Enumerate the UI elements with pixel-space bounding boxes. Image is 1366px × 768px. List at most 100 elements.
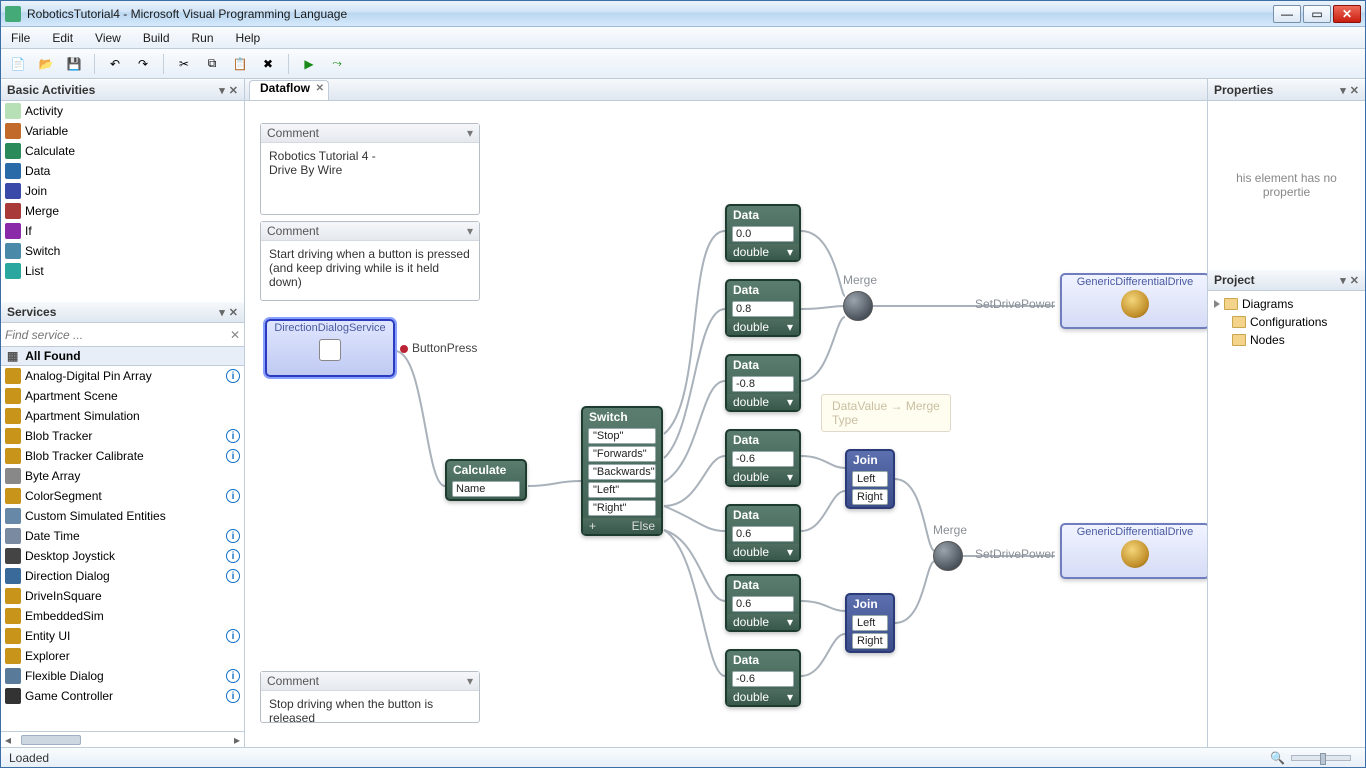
cut-button[interactable]: ✂	[173, 53, 195, 75]
menu-edit[interactable]: Edit	[46, 29, 79, 47]
chevron-down-icon[interactable]: ▾	[787, 320, 793, 334]
service-item[interactable]: EmbeddedSim	[1, 606, 244, 626]
tab-dataflow[interactable]: Dataflow✕	[249, 80, 329, 100]
run-button[interactable]: ▶	[298, 53, 320, 75]
node-merge[interactable]	[843, 291, 873, 321]
paste-button[interactable]: 📋	[229, 53, 251, 75]
activity-item[interactable]: List	[1, 261, 244, 281]
data-value[interactable]	[732, 226, 794, 242]
node-data[interactable]: Data double▾	[725, 504, 801, 562]
panel-project-header[interactable]: Project ▾✕	[1208, 269, 1365, 291]
service-item[interactable]: Flexible Dialogi	[1, 666, 244, 686]
service-item[interactable]: Entity UIi	[1, 626, 244, 646]
panel-close-icon[interactable]: ✕	[1350, 84, 1359, 97]
node-data[interactable]: Data double▾	[725, 649, 801, 707]
switch-case[interactable]: "Left"	[588, 482, 656, 498]
node-data[interactable]: Data double▾	[725, 574, 801, 632]
info-icon[interactable]: i	[226, 429, 240, 443]
panel-properties-header[interactable]: Properties ▾✕	[1208, 79, 1365, 101]
service-item[interactable]: DriveInSquare	[1, 586, 244, 606]
menu-file[interactable]: File	[5, 29, 36, 47]
join-slot[interactable]: Right	[852, 633, 888, 649]
services-list[interactable]: Analog-Digital Pin Arrayi Apartment Scen…	[1, 366, 244, 731]
switch-case[interactable]: "Right"	[588, 500, 656, 516]
activity-item[interactable]: Merge	[1, 201, 244, 221]
service-item[interactable]: Analog-Digital Pin Arrayi	[1, 366, 244, 386]
service-item[interactable]: Apartment Scene	[1, 386, 244, 406]
info-icon[interactable]: i	[226, 489, 240, 503]
switch-case[interactable]: "Backwards"	[588, 464, 656, 480]
plus-icon[interactable]: +	[589, 519, 596, 533]
pin-icon[interactable]: ▾	[1340, 274, 1346, 287]
undo-button[interactable]: ↶	[104, 53, 126, 75]
menu-help[interactable]: Help	[230, 29, 267, 47]
join-slot[interactable]: Left	[852, 471, 888, 487]
titlebar[interactable]: RoboticsTutorial4 - Microsoft Visual Pro…	[1, 1, 1365, 27]
open-button[interactable]: 📂	[35, 53, 57, 75]
data-value[interactable]	[732, 301, 794, 317]
service-item[interactable]: Apartment Simulation	[1, 406, 244, 426]
clear-search-icon[interactable]: ✕	[230, 328, 240, 342]
data-value[interactable]	[732, 526, 794, 542]
copy-button[interactable]: ⧉	[201, 53, 223, 75]
canvas-scroll[interactable]: Comment▾ Robotics Tutorial 4 - Drive By …	[245, 101, 1207, 747]
service-item[interactable]: Explorer	[1, 646, 244, 666]
minimize-button[interactable]: —	[1273, 5, 1301, 23]
panel-close-icon[interactable]: ✕	[1350, 274, 1359, 287]
join-slot[interactable]: Right	[852, 489, 888, 505]
service-item[interactable]: Byte Array	[1, 466, 244, 486]
node-switch[interactable]: Switch "Stop" "Forwards" "Backwards" "Le…	[581, 406, 663, 536]
service-item[interactable]: Direction Dialogi	[1, 566, 244, 586]
pin-icon[interactable]: ▾	[219, 306, 225, 319]
node-join[interactable]: Join Left Right	[845, 593, 895, 653]
info-icon[interactable]: i	[226, 669, 240, 683]
panel-activities-header[interactable]: Basic Activities ▾✕	[1, 79, 244, 101]
chevron-down-icon[interactable]: ▾	[467, 126, 473, 140]
maximize-button[interactable]: ▭	[1303, 5, 1331, 23]
save-button[interactable]: 💾	[63, 53, 85, 75]
menu-view[interactable]: View	[89, 29, 127, 47]
node-data[interactable]: Data double▾	[725, 354, 801, 412]
find-service-input[interactable]	[5, 328, 230, 342]
data-value[interactable]	[732, 596, 794, 612]
comment-box[interactable]: Comment▾ Start driving when a button is …	[260, 221, 480, 301]
node-direction-dialog-service[interactable]: DirectionDialogService ✦	[265, 319, 395, 377]
node-data[interactable]: Data double▾	[725, 204, 801, 262]
activity-item[interactable]: Join	[1, 181, 244, 201]
info-icon[interactable]: i	[226, 369, 240, 383]
service-item[interactable]: Date Timei	[1, 526, 244, 546]
panel-close-icon[interactable]: ✕	[229, 84, 238, 97]
tree-item-configurations[interactable]: Configurations	[1214, 313, 1359, 331]
data-value[interactable]	[732, 671, 794, 687]
panel-close-icon[interactable]: ✕	[229, 306, 238, 319]
activity-item[interactable]: Calculate	[1, 141, 244, 161]
dataflow-canvas[interactable]: Comment▾ Robotics Tutorial 4 - Drive By …	[245, 101, 1207, 747]
chevron-down-icon[interactable]: ▾	[467, 224, 473, 238]
zoom-slider[interactable]	[1291, 755, 1351, 761]
panel-services-header[interactable]: Services ▾✕	[1, 301, 244, 323]
info-icon[interactable]: i	[226, 449, 240, 463]
node-calculate[interactable]: Calculate	[445, 459, 527, 501]
node-data[interactable]: Data double▾	[725, 279, 801, 337]
new-button[interactable]: 📄	[7, 53, 29, 75]
node-merge[interactable]	[933, 541, 963, 571]
expand-icon[interactable]	[1214, 300, 1220, 308]
tree-item-nodes[interactable]: Nodes	[1214, 331, 1359, 349]
service-item[interactable]: ColorSegmenti	[1, 486, 244, 506]
comment-box[interactable]: Comment▾ Stop driving when the button is…	[260, 671, 480, 723]
output-port[interactable]	[400, 345, 408, 353]
chevron-down-icon[interactable]: ▾	[787, 470, 793, 484]
chevron-down-icon[interactable]: ▾	[787, 615, 793, 629]
comment-box[interactable]: Comment▾ Robotics Tutorial 4 - Drive By …	[260, 123, 480, 215]
switch-else[interactable]: +Else	[583, 518, 661, 534]
service-item[interactable]: Desktop Joysticki	[1, 546, 244, 566]
node-join[interactable]: Join Left Right	[845, 449, 895, 509]
activity-item[interactable]: Activity	[1, 101, 244, 121]
tab-close-icon[interactable]: ✕	[316, 83, 324, 94]
zoom-icon[interactable]: 🔍	[1270, 751, 1285, 765]
service-item[interactable]: Custom Simulated Entities	[1, 506, 244, 526]
node-generic-differential-drive[interactable]: GenericDifferentialDrive	[1060, 273, 1207, 329]
chevron-down-icon[interactable]: ▾	[787, 690, 793, 704]
data-value[interactable]	[732, 376, 794, 392]
node-data[interactable]: Data double▾	[725, 429, 801, 487]
